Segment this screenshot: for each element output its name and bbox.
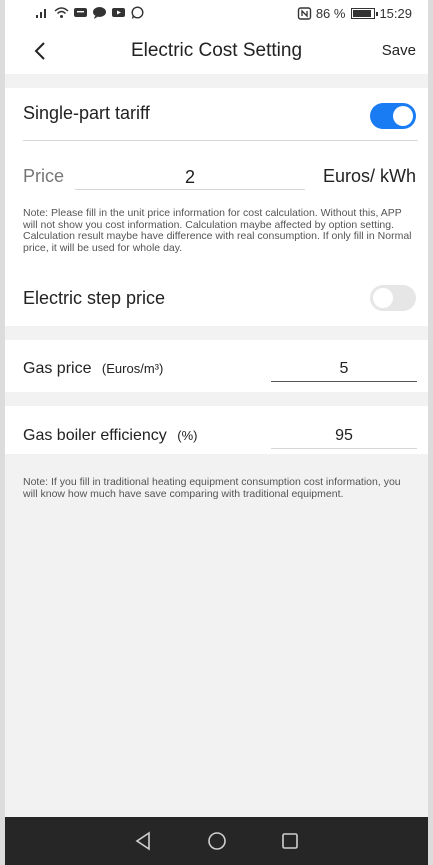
gas-boiler-efficiency-input[interactable]: 95	[271, 427, 417, 445]
electric-step-price-label: Electric step price	[23, 288, 166, 308]
triangle-back-icon	[135, 831, 150, 851]
youtube-icon	[112, 8, 125, 17]
electric-step-price-toggle[interactable]	[370, 285, 416, 311]
nav-back-button[interactable]	[131, 829, 155, 853]
battery-percentage: 86 %	[315, 6, 346, 21]
tariff-section: Single-part tariff Price 2 Euros/ kWh No…	[5, 88, 428, 326]
nav-home-button[interactable]	[205, 829, 229, 853]
divider	[23, 140, 418, 141]
gas-boiler-efficiency-unit: (%)	[177, 428, 198, 443]
status-bar: 86 % 15:29	[5, 0, 428, 30]
status-icons-right: 86 % 15:29	[297, 6, 412, 21]
toggle-knob	[373, 288, 393, 308]
clock: 15:29	[379, 6, 412, 21]
notification-icon	[74, 8, 87, 17]
circle-home-icon	[208, 832, 226, 850]
gas-boiler-efficiency-underline	[271, 448, 417, 449]
save-button[interactable]: Save	[382, 42, 416, 59]
gas-boiler-efficiency-row: Gas boiler efficiency (%) 95	[5, 406, 428, 454]
gas-boiler-efficiency-label: Gas boiler efficiency (%)	[23, 427, 197, 445]
gas-price-text: Gas price	[23, 360, 92, 377]
system-navigation-bar	[5, 817, 428, 865]
wifi-icon	[54, 7, 69, 18]
price-unit: Euros/ kWh	[322, 166, 416, 186]
heating-cost-note: Note: If you fill in traditional heating…	[23, 476, 401, 500]
nav-recents-button[interactable]	[278, 829, 302, 853]
gas-price-input[interactable]: 5	[271, 360, 417, 378]
gas-price-label: Gas price (Euros/m³)	[23, 360, 163, 378]
price-note: Note: Please fill in the unit price info…	[23, 207, 412, 254]
app-screen: 86 % 15:29 Electric Cost Setting Save Si…	[5, 0, 428, 865]
status-icons-left	[35, 6, 145, 19]
nfc-icon	[297, 7, 312, 20]
gas-price-row: Gas price (Euros/m³) 5	[5, 340, 428, 392]
single-part-tariff-label: Single-part tariff	[23, 103, 150, 123]
price-label: Price	[23, 166, 65, 186]
header-bar: Electric Cost Setting Save	[5, 30, 428, 74]
page-title: Electric Cost Setting	[130, 40, 303, 61]
chat-icon	[93, 7, 106, 19]
price-input[interactable]: 2	[75, 167, 305, 188]
battery-icon	[351, 8, 379, 19]
gas-price-underline	[271, 381, 417, 382]
signal-icon	[36, 9, 46, 18]
whatsapp-icon	[131, 6, 144, 19]
price-input-underline	[75, 189, 305, 190]
single-part-tariff-toggle[interactable]	[370, 103, 416, 129]
square-recents-icon	[282, 833, 298, 849]
toggle-knob	[393, 106, 413, 126]
gas-boiler-efficiency-text: Gas boiler efficiency	[23, 427, 167, 444]
gas-price-unit: (Euros/m³)	[101, 361, 164, 376]
